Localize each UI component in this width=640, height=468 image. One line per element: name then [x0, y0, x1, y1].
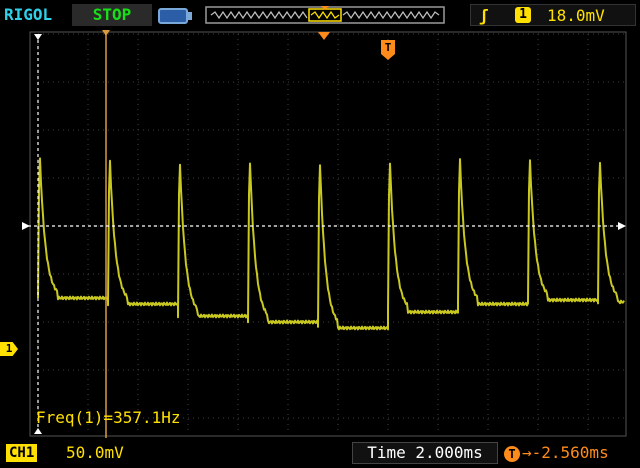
- run-stop-status[interactable]: STOP: [72, 4, 152, 26]
- trigger-offset[interactable]: T →-2.560ms: [504, 442, 636, 464]
- screen-frame: [29, 31, 627, 437]
- left-axis-bottom-arrow: [34, 428, 42, 434]
- brand-logo: RIGOL: [4, 5, 53, 24]
- channel1-waveform: [37, 157, 625, 331]
- graticule-grid: [29, 31, 627, 437]
- battery-icon: [158, 8, 188, 24]
- center-level-arrow-left: [22, 222, 30, 230]
- trigger-position-arrow-icon: [318, 32, 330, 40]
- rising-edge-icon: ʃ: [479, 6, 489, 25]
- trigger-marker-label: T: [385, 41, 392, 54]
- trigger-marker-icon: T: [381, 40, 395, 60]
- trigger-offset-icon: T: [504, 446, 520, 462]
- trigger-offset-value: →-2.560ms: [522, 443, 609, 462]
- battery-tip-icon: [188, 12, 192, 20]
- trigger-level: 18.0mV: [547, 6, 605, 25]
- top-status-bar: RIGOL STOP ʃ 1 18.0mV: [0, 0, 640, 30]
- timebase[interactable]: Time 2.000ms: [352, 442, 498, 464]
- left-axis-top-arrow: [34, 34, 42, 40]
- cursor-top-marker: [102, 30, 110, 36]
- channel1-tag[interactable]: CH1: [6, 444, 38, 462]
- trigger-settings[interactable]: ʃ 1 18.0mV: [470, 4, 636, 26]
- frequency-measurement: Freq(1)=357.1Hz: [36, 408, 181, 427]
- trigger-source-badge: 1: [515, 7, 531, 23]
- channel1-scale[interactable]: 50.0mV: [66, 443, 124, 462]
- bottom-status-bar: CH1 50.0mV Time 2.000ms T →-2.560ms: [0, 438, 640, 468]
- waveform-display[interactable]: T: [0, 30, 640, 438]
- memory-depth-indicator[interactable]: [205, 6, 445, 24]
- center-level-arrow-right: [618, 222, 626, 230]
